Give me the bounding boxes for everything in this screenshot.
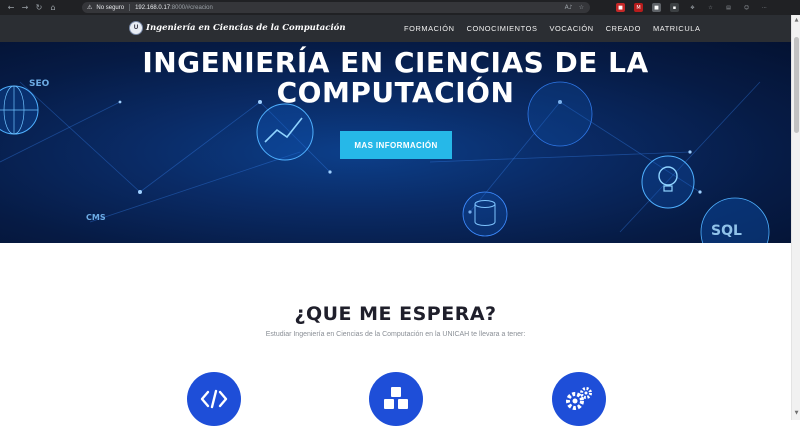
address-bar[interactable]: ⚠ No seguro 192.168.0.17 :8000/#creacion… [82, 2, 590, 13]
back-arrow-icon[interactable]: ← [4, 1, 18, 15]
hero-title-line-1: INGENIERÍA EN CIENCIAS DE LA [142, 46, 649, 79]
nav-formacion[interactable]: FORMACIÓN [404, 24, 455, 33]
site-navbar: U Ingeniería en Ciencias de la Computaci… [0, 15, 791, 42]
seo-tag: SEO [29, 79, 50, 89]
nav-vocacion[interactable]: VOCACIÓN [549, 24, 593, 33]
home-icon[interactable]: ⌂ [46, 1, 60, 15]
security-label: No seguro [96, 4, 125, 11]
nav-matricula[interactable]: MATRICULA [653, 24, 701, 33]
nav-creado[interactable]: CREADO [606, 24, 641, 33]
code-icon [200, 389, 228, 409]
more-menu-icon[interactable]: ⋯ [760, 3, 769, 12]
gears-icon [566, 387, 592, 410]
address-separator [129, 4, 131, 11]
url-host: 192.168.0.17 [135, 4, 171, 11]
brand-name: Ingeniería en Ciencias de la Computación [146, 23, 346, 33]
hero-title-line-2: COMPUTACIÓN [276, 76, 515, 109]
favorites-icon[interactable]: ☆ [706, 3, 715, 12]
collections-icon[interactable]: ▤ [724, 3, 733, 12]
more-info-button[interactable]: MAS INFORMACIÓN [340, 131, 452, 159]
section-title: ¿QUE ME ESPERA? [294, 303, 497, 325]
main-menu: FORMACIÓN CONOCIMIENTOS VOCACIÓN CREADO … [404, 15, 701, 42]
page-scrollbar[interactable]: ▲ ▼ [791, 15, 800, 420]
hero-title: INGENIERÍA EN CIENCIAS DE LA COMPUTACIÓN [60, 48, 731, 108]
sql-tag: SQL [711, 223, 742, 239]
warning-icon: ⚠ [87, 4, 93, 11]
site-logo[interactable]: U Ingeniería en Ciencias de la Computaci… [129, 21, 346, 35]
extension-icon[interactable]: ■ [616, 3, 625, 12]
extension-icon[interactable]: ▪ [670, 3, 679, 12]
nav-conocimientos[interactable]: CONOCIMIENTOS [467, 24, 538, 33]
extension-icon[interactable]: ■ [652, 3, 661, 12]
read-aloud-icon[interactable]: A♪ [565, 4, 573, 11]
feature-cubes-circle [369, 372, 423, 426]
forward-arrow-icon[interactable]: → [18, 1, 32, 15]
browser-toolbar: ← → ↻ ⌂ ⚠ No seguro 192.168.0.17 :8000/#… [0, 0, 800, 15]
feature-code-circle [187, 372, 241, 426]
section-subtitle: Estudiar Ingeniería en Ciencias de la Co… [265, 331, 526, 338]
reload-icon[interactable]: ↻ [32, 1, 46, 15]
hero-banner: SEO CMS SQL INGENIERÍA EN CIENCIAS DE LA… [0, 42, 791, 243]
extension-icon[interactable]: M [634, 3, 643, 12]
cubes-icon [384, 387, 408, 409]
extensions-puzzle-icon[interactable]: ✥ [688, 3, 697, 12]
scroll-down-icon[interactable]: ▼ [793, 410, 800, 417]
university-crest-icon: U [129, 21, 143, 35]
cms-tag: CMS [86, 213, 106, 222]
profile-icon[interactable]: ☺ [742, 3, 751, 12]
scroll-up-icon[interactable]: ▲ [793, 17, 800, 24]
feature-gears-circle [552, 372, 606, 426]
favorite-star-icon[interactable]: ☆ [579, 4, 584, 11]
url-path: :8000/#creacion [170, 4, 213, 11]
scroll-thumb[interactable] [794, 37, 799, 133]
